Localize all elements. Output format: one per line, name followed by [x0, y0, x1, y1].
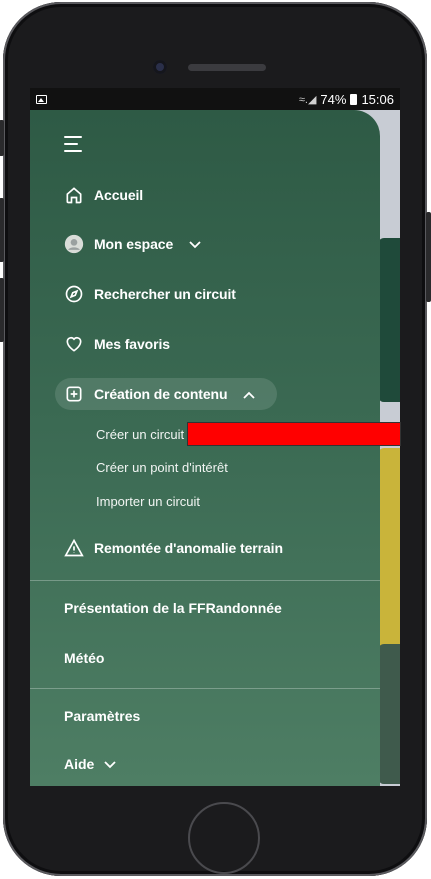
sub-item-creer-circuit[interactable]: Créer un circuit	[96, 427, 184, 442]
highlight-annotation	[187, 422, 401, 446]
home-icon	[64, 185, 84, 205]
hamburger-menu-icon[interactable]	[64, 136, 82, 157]
navigation-drawer: Accueil Mon espace Rechercher un circuit…	[30, 110, 380, 786]
status-bar: ≈.◢ 74% 15:06	[30, 88, 400, 110]
nav-item-parametres[interactable]: Paramètres	[64, 708, 140, 724]
warning-icon	[64, 538, 84, 558]
plus-square-icon	[64, 384, 84, 404]
background-card	[378, 238, 400, 402]
nav-item-accueil[interactable]: Accueil	[64, 185, 143, 205]
nav-item-creation-contenu[interactable]: Création de contenu	[64, 384, 256, 404]
nav-item-label: Remontée d'anomalie terrain	[94, 540, 283, 556]
volume-down-button	[0, 278, 4, 342]
nav-item-presentation[interactable]: Présentation de la FFRandonnée	[64, 600, 282, 616]
nav-item-label: Création de contenu	[94, 386, 228, 402]
clock: 15:06	[361, 91, 394, 107]
signal-icon: ≈.◢	[298, 93, 317, 106]
battery-percent: 74%	[320, 91, 347, 107]
nav-item-meteo[interactable]: Météo	[64, 650, 104, 666]
earpiece-speaker	[188, 64, 266, 71]
chevron-down-icon	[189, 236, 201, 252]
battery-icon	[350, 93, 358, 105]
volume-up-button	[0, 198, 4, 262]
divider	[30, 580, 380, 581]
nav-item-rechercher-circuit[interactable]: Rechercher un circuit	[64, 284, 236, 304]
compass-icon	[64, 284, 84, 304]
divider	[30, 688, 380, 689]
nav-item-label: Mes favoris	[94, 336, 170, 352]
sub-item-importer-circuit[interactable]: Importer un circuit	[96, 494, 200, 509]
image-notification-icon	[36, 94, 47, 104]
nav-item-label: Aide	[64, 756, 95, 772]
nav-item-mon-espace[interactable]: Mon espace	[64, 234, 201, 254]
background-card	[378, 644, 400, 784]
nav-item-label: Mon espace	[94, 236, 174, 252]
power-button	[426, 212, 431, 302]
front-camera	[153, 60, 167, 74]
nav-item-remontee-anomalie[interactable]: Remontée d'anomalie terrain	[64, 538, 283, 558]
home-button[interactable]	[188, 802, 260, 874]
nav-item-mes-favoris[interactable]: Mes favoris	[64, 334, 170, 354]
nav-item-aide[interactable]: Aide	[64, 756, 116, 772]
sub-item-creer-point-interet[interactable]: Créer un point d'intérêt	[96, 460, 228, 475]
mute-switch	[0, 120, 4, 156]
heart-icon	[64, 334, 84, 354]
nav-item-label: Rechercher un circuit	[94, 286, 236, 302]
chevron-up-icon	[243, 386, 256, 402]
nav-item-label: Accueil	[94, 187, 144, 203]
avatar	[64, 234, 84, 254]
chevron-down-icon	[104, 756, 116, 772]
